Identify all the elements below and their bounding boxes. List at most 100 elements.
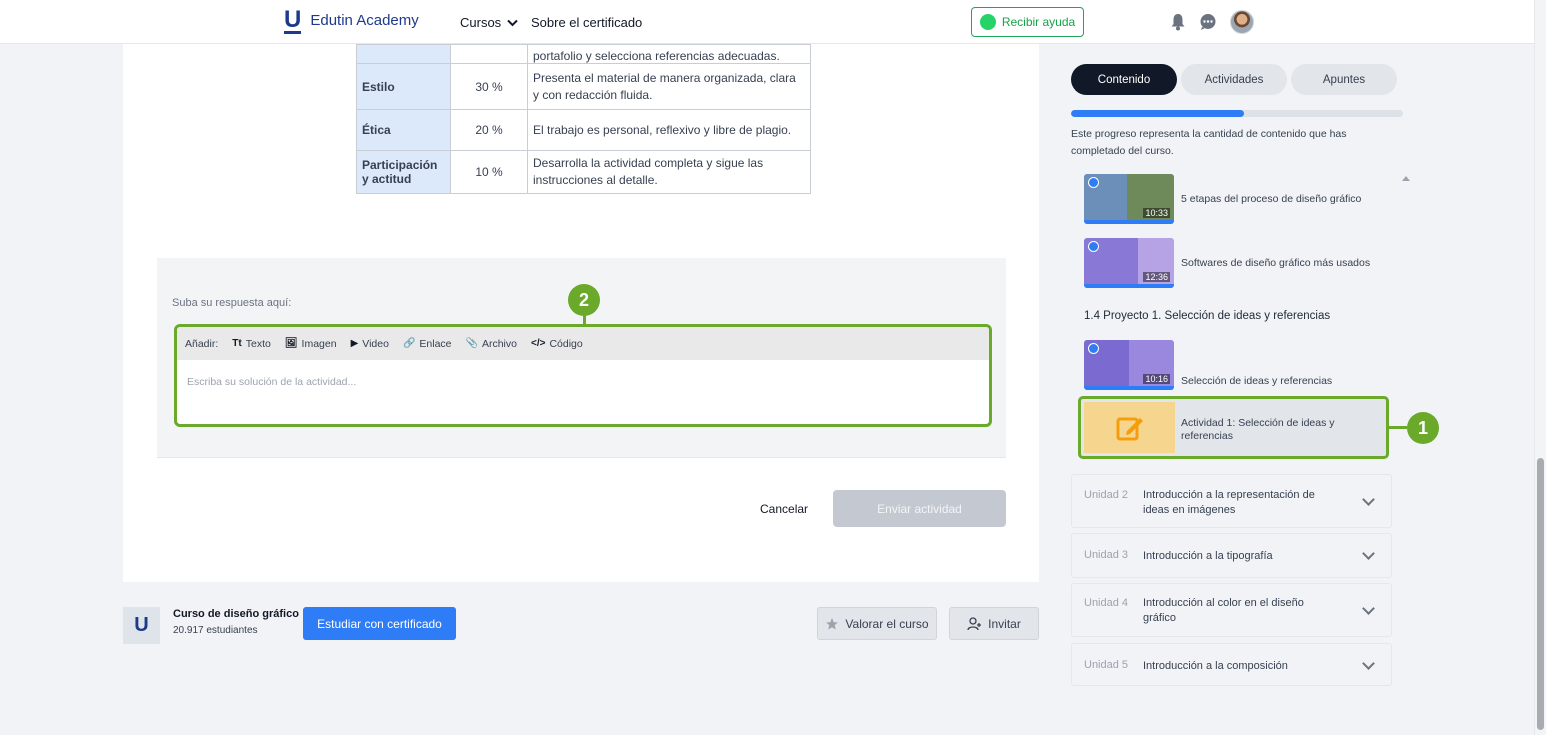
- chevron-down-icon: [1362, 602, 1375, 615]
- invite-button[interactable]: Invitar: [949, 607, 1039, 640]
- check-icon: [1088, 241, 1099, 252]
- tool-label: Imagen: [301, 337, 337, 350]
- chevron-down-icon: [1362, 657, 1375, 670]
- send-activity-button[interactable]: Enviar actividad: [833, 490, 1006, 527]
- nav-courses-menu[interactable]: Cursos: [460, 15, 518, 30]
- rubric-percent: 20 %: [450, 109, 528, 151]
- add-code-button[interactable]: </> Código: [531, 338, 583, 350]
- code-icon: </>: [530, 338, 546, 349]
- tool-label: Video: [362, 337, 389, 350]
- bell-icon[interactable]: [1170, 13, 1186, 31]
- lesson-duration: 10:33: [1143, 208, 1170, 218]
- lesson-duration: 12:36: [1143, 272, 1170, 282]
- lesson-thumbnail: 10:16: [1084, 340, 1174, 390]
- unit-accordion-3[interactable]: Unidad 3 Introducción a la tipografía: [1071, 533, 1392, 578]
- tool-label: Archivo: [481, 337, 517, 350]
- edit-icon: [1116, 417, 1143, 440]
- play-icon: ▶: [350, 338, 359, 349]
- tab-contenido[interactable]: Contenido: [1071, 64, 1177, 95]
- rate-course-button[interactable]: Valorar el curso: [817, 607, 937, 640]
- tool-label: Enlace: [419, 337, 452, 350]
- unit-name: Introducción a la representación de idea…: [1143, 489, 1315, 516]
- star-icon: [826, 617, 839, 630]
- top-navbar: U Edutin Academy Cursos Sobre el certifi…: [0, 0, 1534, 44]
- tab-apuntes[interactable]: Apuntes: [1291, 64, 1397, 95]
- lesson-item[interactable]: 10:33 5 etapas del proceso de diseño grá…: [1084, 174, 1381, 224]
- table-row: portafolio y selecciona referencias adec…: [356, 44, 811, 64]
- sidebar-tabs: Contenido Actividades Apuntes: [1071, 64, 1397, 95]
- unit-name: Introducción a la tipografía: [1143, 550, 1273, 562]
- activity-item-selected[interactable]: Actividad 1: Selección de ideas y refere…: [1078, 396, 1389, 459]
- annotation-badge-1: 1: [1407, 412, 1439, 444]
- table-row: Estilo 30 % Presenta el material de mane…: [356, 63, 811, 110]
- unit-accordion-2[interactable]: Unidad 2 Introducción a la representació…: [1071, 474, 1392, 528]
- course-name: Curso de diseño gráfico: [173, 608, 299, 620]
- course-logo: U: [123, 607, 160, 644]
- unit-number: Unidad 3: [1084, 549, 1129, 561]
- rubric-criterion: Participación y actitud: [356, 150, 451, 194]
- nav-courses-label: Cursos: [460, 15, 502, 30]
- add-link-button[interactable]: 🔗 Enlace: [403, 338, 452, 350]
- unit-name: Introducción a la composición: [1143, 660, 1288, 672]
- unit-number: Unidad 2: [1084, 489, 1129, 501]
- progress-description: Este progreso representa la cantidad de …: [1071, 128, 1347, 157]
- course-students: 20.917 estudiantes: [173, 625, 258, 636]
- activity-title: Actividad 1: Selección de ideas y refere…: [1181, 417, 1335, 442]
- lesson-item[interactable]: 12:36 Softwares de diseño gráfico más us…: [1084, 238, 1381, 288]
- lesson-title: Softwares de diseño gráfico más usados: [1181, 256, 1371, 269]
- chat-icon[interactable]: [1199, 13, 1217, 31]
- chevron-down-icon: [1362, 493, 1375, 506]
- chevron-down-icon: [1362, 547, 1375, 560]
- solution-input[interactable]: Escriba su solución de la actividad...: [177, 360, 989, 404]
- answer-label: Suba su respuesta aquí:: [172, 297, 292, 309]
- rubric-table: portafolio y selecciona referencias adec…: [356, 44, 811, 194]
- annotation-badge-2: 2: [568, 284, 600, 316]
- lesson-title: 5 etapas del proceso de diseño gráfico: [1181, 192, 1362, 205]
- add-text-button[interactable]: Tt Texto: [232, 338, 271, 350]
- paperclip-icon: 📎: [465, 338, 478, 349]
- check-icon: [1088, 343, 1099, 354]
- logo-mark: U: [284, 6, 302, 34]
- image-icon: 🖼: [284, 338, 298, 349]
- unit-number: Unidad 4: [1084, 597, 1129, 609]
- page-scrollbar[interactable]: [1534, 0, 1546, 735]
- lesson-item[interactable]: 10:16 Selección de ideas y referencias: [1084, 340, 1381, 390]
- edutin-logo[interactable]: U Edutin Academy: [284, 6, 419, 34]
- rate-course-label: Valorar el curso: [845, 616, 929, 631]
- rubric-description: Desarrolla la actividad completa y sigue…: [527, 150, 811, 194]
- rubric-description: Presenta el material de manera organizad…: [527, 63, 811, 110]
- add-image-button[interactable]: 🖼 Imagen: [285, 338, 337, 350]
- lesson-thumbnail: 10:33: [1084, 174, 1174, 224]
- rubric-percent: [450, 44, 528, 64]
- user-avatar[interactable]: [1230, 10, 1254, 34]
- editor-toolbar: Añadir: Tt Texto 🖼 Imagen ▶ Video 🔗 Enlace 📎…: [177, 327, 989, 360]
- chevron-down-icon: [507, 19, 518, 26]
- answer-editor[interactable]: Añadir: Tt Texto 🖼 Imagen ▶ Video 🔗 Enlace 📎…: [174, 324, 992, 427]
- section-title: 1.4 Proyecto 1. Selección de ideas y ref…: [1084, 310, 1331, 322]
- unit-number: Unidad 5: [1084, 659, 1129, 671]
- rubric-description: El trabajo es personal, reflexivo y libr…: [527, 109, 811, 151]
- lesson-title: Selección de ideas y referencias: [1181, 374, 1333, 387]
- unit-name: Introducción al color en el diseño gráfi…: [1143, 597, 1304, 624]
- lesson-duration: 10:16: [1143, 374, 1170, 384]
- rubric-percent: 10 %: [450, 150, 528, 194]
- scrollbar-thumb[interactable]: [1537, 458, 1544, 730]
- whatsapp-icon: [979, 14, 996, 30]
- add-video-button[interactable]: ▶ Video: [351, 338, 389, 350]
- check-icon: [1088, 177, 1099, 188]
- scroll-up-icon[interactable]: [1402, 176, 1410, 181]
- table-row: Participación y actitud 10 % Desarrolla …: [356, 150, 811, 194]
- help-button[interactable]: Recibir ayuda: [971, 7, 1084, 37]
- table-row: Ética 20 % El trabajo es personal, refle…: [356, 109, 811, 151]
- study-with-certificate-button[interactable]: Estudiar con certificado: [303, 607, 456, 640]
- tab-actividades[interactable]: Actividades: [1181, 64, 1287, 95]
- progress-fill: [1071, 110, 1244, 117]
- nav-certificate-link[interactable]: Sobre el certificado: [531, 15, 642, 30]
- link-icon: 🔗: [402, 338, 416, 349]
- unit-accordion-4[interactable]: Unidad 4 Introducción al color en el dis…: [1071, 583, 1392, 637]
- cancel-button[interactable]: Cancelar: [760, 502, 808, 516]
- lesson-thumbnail: 12:36: [1084, 238, 1174, 288]
- tool-label: Código: [549, 337, 583, 350]
- add-file-button[interactable]: 📎 Archivo: [466, 338, 517, 350]
- unit-accordion-5[interactable]: Unidad 5 Introducción a la composición: [1071, 643, 1392, 686]
